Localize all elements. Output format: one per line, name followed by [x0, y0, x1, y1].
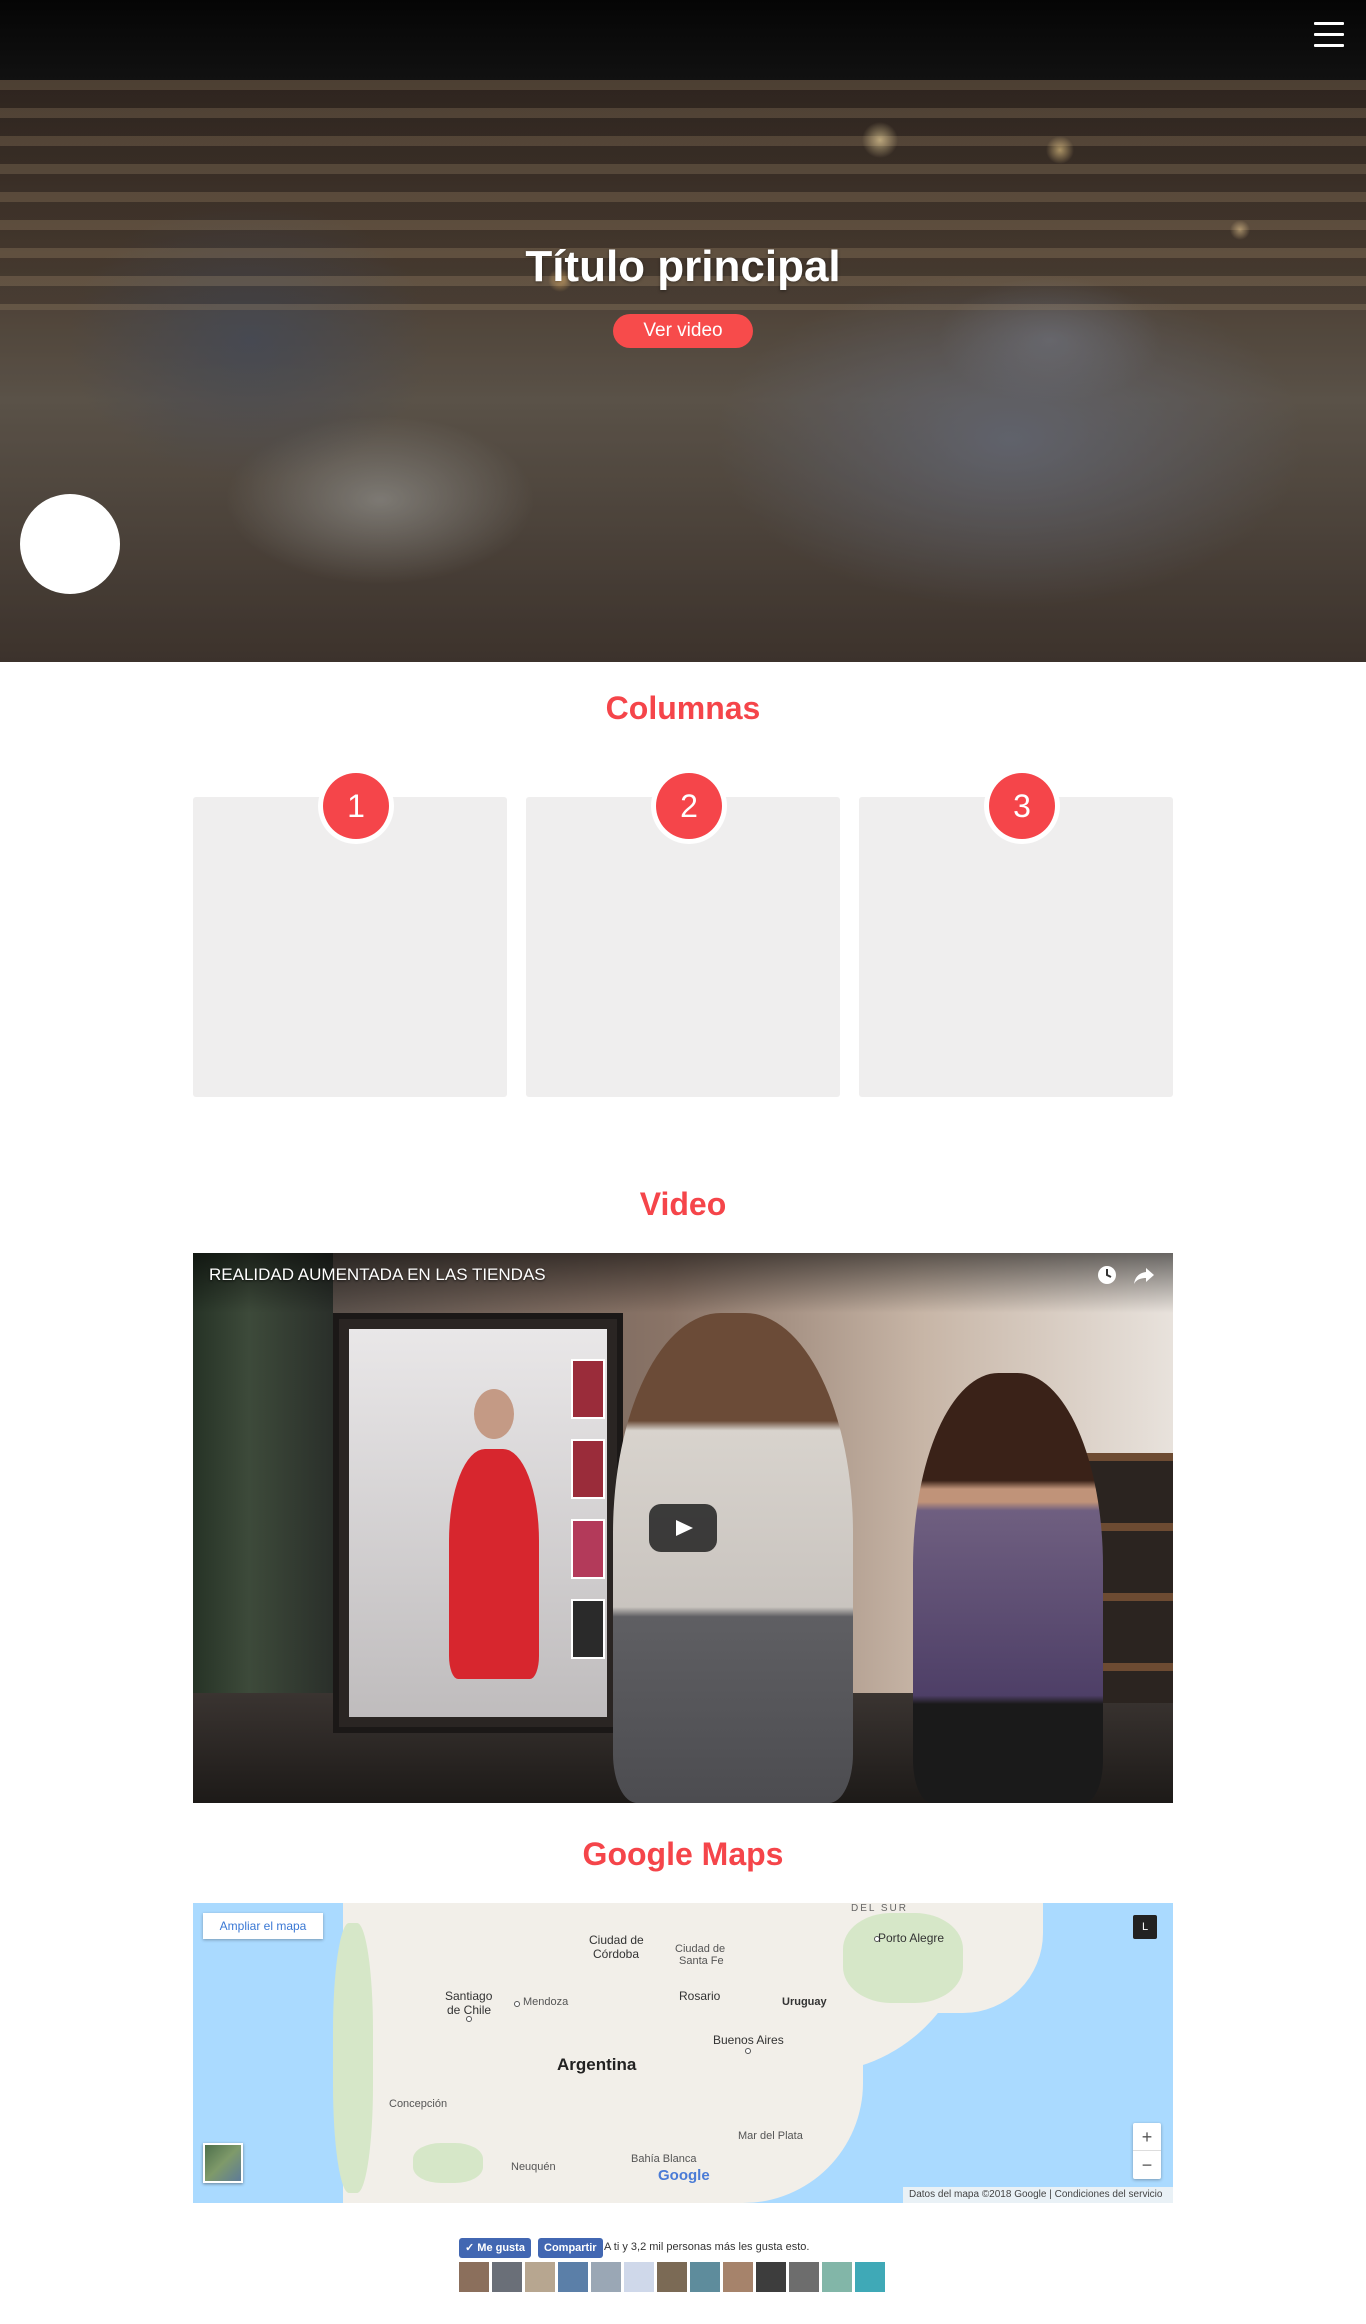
facebook-like-button[interactable]: ✓ Me gusta: [459, 2238, 531, 2258]
zoom-control: + −: [1133, 2123, 1161, 2179]
map-label: Santiago: [445, 1989, 493, 2003]
column-number: 3: [989, 773, 1055, 839]
map-label: Buenos Aires: [713, 2033, 784, 2047]
zoom-in-button[interactable]: +: [1133, 2123, 1161, 2151]
map-label: Ciudad de: [675, 1943, 726, 1955]
play-icon: [676, 1520, 693, 1536]
google-map[interactable]: DEL SUR Porto Alegre Ciudad de Córdoba C…: [193, 1903, 1173, 2203]
map-label: de Chile: [447, 2003, 492, 2017]
friend-avatar[interactable]: [558, 2262, 588, 2292]
google-logo: Google: [658, 2167, 710, 2184]
map-label: Ciudad de: [589, 1933, 644, 1947]
top-navbar: [0, 0, 1366, 80]
hero-title: Título principal: [525, 242, 841, 291]
fullscreen-icon[interactable]: L: [1133, 1915, 1157, 1939]
play-button[interactable]: [649, 1504, 717, 1552]
avatar[interactable]: [20, 494, 120, 594]
map-attribution[interactable]: Datos del mapa ©2018 Google | Condicione…: [903, 2187, 1173, 2203]
hero-banner: Título principal Ver video: [0, 80, 1366, 662]
facebook-share-button[interactable]: Compartir: [538, 2238, 603, 2258]
map-label: Porto Alegre: [878, 1931, 945, 1945]
friend-avatar[interactable]: [789, 2262, 819, 2292]
column-number: 2: [656, 773, 722, 839]
watch-video-button[interactable]: Ver video: [613, 314, 753, 348]
video-scene-woman-left: [613, 1313, 853, 1803]
friend-avatar[interactable]: [723, 2262, 753, 2292]
thumbs-up-icon: ✓: [465, 2242, 478, 2254]
video-scene-smart-mirror: [333, 1313, 623, 1733]
map-label: Rosario: [679, 1989, 721, 2003]
share-icon[interactable]: [1133, 1265, 1155, 1285]
column-badge-2: 2: [651, 768, 727, 844]
video-heading: Video: [639, 1186, 727, 1222]
map-label: Mendoza: [523, 1996, 569, 2008]
map-label: Mar del Plata: [738, 2130, 803, 2142]
friend-avatar[interactable]: [591, 2262, 621, 2292]
map-label: Santa Fe: [679, 1955, 724, 1967]
video-scene-red-dress: [449, 1449, 539, 1679]
hamburger-menu-icon[interactable]: [1314, 22, 1344, 50]
map-label: DEL SUR: [851, 1903, 908, 1914]
enlarge-map-button[interactable]: Ampliar el mapa: [203, 1913, 323, 1939]
map-label: Uruguay: [782, 1996, 827, 2008]
map-label-country: Argentina: [557, 2055, 637, 2074]
page: Título principal Ver video Columnas 1 2 …: [0, 0, 1366, 2324]
friend-avatar[interactable]: [756, 2262, 786, 2292]
clock-icon[interactable]: [1097, 1265, 1117, 1285]
map-label: Bahía Blanca: [631, 2153, 697, 2165]
friend-avatar[interactable]: [624, 2262, 654, 2292]
column-badge-3: 3: [984, 768, 1060, 844]
friend-avatar[interactable]: [492, 2262, 522, 2292]
facebook-social-text: A ti y 3,2 mil personas más les gusta es…: [604, 2241, 810, 2253]
friend-avatar[interactable]: [855, 2262, 885, 2292]
friend-avatar[interactable]: [525, 2262, 555, 2292]
map-label: Concepción: [389, 2098, 448, 2110]
columns-heading: Columnas: [605, 690, 761, 726]
friend-avatar[interactable]: [690, 2262, 720, 2292]
map-heading: Google Maps: [582, 1836, 784, 1872]
map-label: Neuquén: [511, 2161, 556, 2173]
zoom-out-button[interactable]: −: [1133, 2151, 1161, 2179]
video-scene-woman-right: [913, 1373, 1103, 1803]
satellite-view-toggle[interactable]: [203, 2143, 243, 2183]
column-badge-1: 1: [318, 768, 394, 844]
video-player[interactable]: REALIDAD AUMENTADA EN LAS TIENDAS: [193, 1253, 1173, 1803]
friend-avatar[interactable]: [657, 2262, 687, 2292]
column-number: 1: [323, 773, 389, 839]
hero-overlay: [0, 80, 1366, 662]
video-title[interactable]: REALIDAD AUMENTADA EN LAS TIENDAS: [209, 1265, 546, 1285]
friend-avatar[interactable]: [459, 2262, 489, 2292]
friend-avatar[interactable]: [822, 2262, 852, 2292]
map-label: Córdoba: [593, 1947, 640, 1961]
